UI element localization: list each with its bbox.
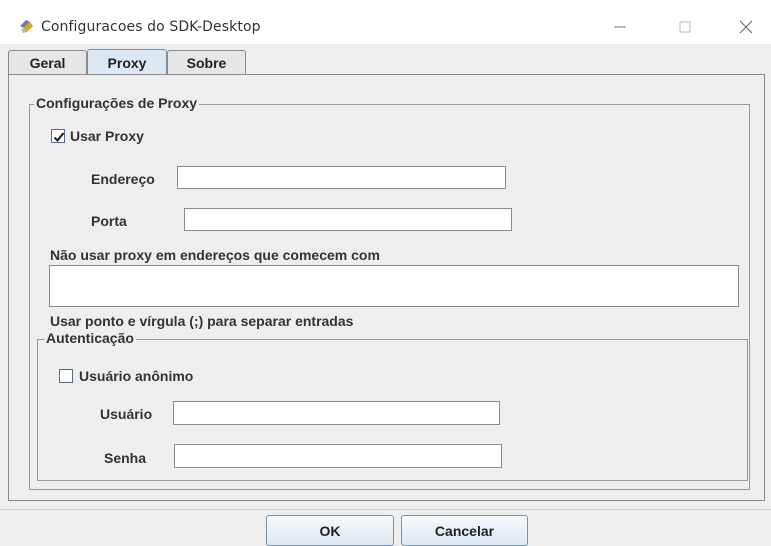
user-label: Usuário — [100, 406, 153, 422]
password-label: Senha — [104, 450, 147, 466]
port-field[interactable] — [184, 208, 512, 231]
close-icon[interactable] — [731, 12, 761, 42]
minimize-icon[interactable] — [605, 12, 635, 42]
bypass-label: Não usar proxy em endereços que comecem … — [50, 247, 380, 263]
port-label: Porta — [91, 213, 127, 229]
maximize-icon[interactable] — [670, 12, 700, 42]
anonymous-user-label: Usuário anônimo — [79, 368, 194, 384]
tab-sobre[interactable]: Sobre — [167, 50, 246, 74]
tab-bar: Geral Proxy Sobre — [0, 49, 771, 75]
checkmark-icon — [53, 132, 65, 142]
tab-proxy[interactable]: Proxy — [87, 49, 167, 75]
cancel-button[interactable]: Cancelar — [401, 515, 528, 546]
title-bar: Configuracoes do SDK-Desktop — [0, 0, 771, 44]
address-label: Endereço — [91, 171, 155, 187]
tab-geral[interactable]: Geral — [8, 50, 87, 74]
anonymous-user-checkbox[interactable] — [59, 369, 73, 383]
proxy-group-title: Configurações de Proxy — [34, 95, 200, 111]
user-field[interactable] — [173, 401, 500, 425]
password-field[interactable] — [174, 444, 502, 468]
bypass-hint: Usar ponto e vírgula (;) para separar en… — [50, 313, 354, 329]
use-proxy-label: Usar Proxy — [70, 128, 144, 144]
ok-button[interactable]: OK — [266, 515, 394, 546]
address-field[interactable] — [177, 166, 506, 189]
bypass-addresses-field[interactable] — [49, 265, 739, 307]
footer-divider — [0, 509, 771, 510]
window-title: Configuracoes do SDK-Desktop — [41, 19, 261, 35]
sdk-tool-icon — [18, 17, 36, 35]
use-proxy-checkbox[interactable] — [51, 129, 65, 143]
authentication-group-title: Autenticação — [44, 330, 136, 346]
